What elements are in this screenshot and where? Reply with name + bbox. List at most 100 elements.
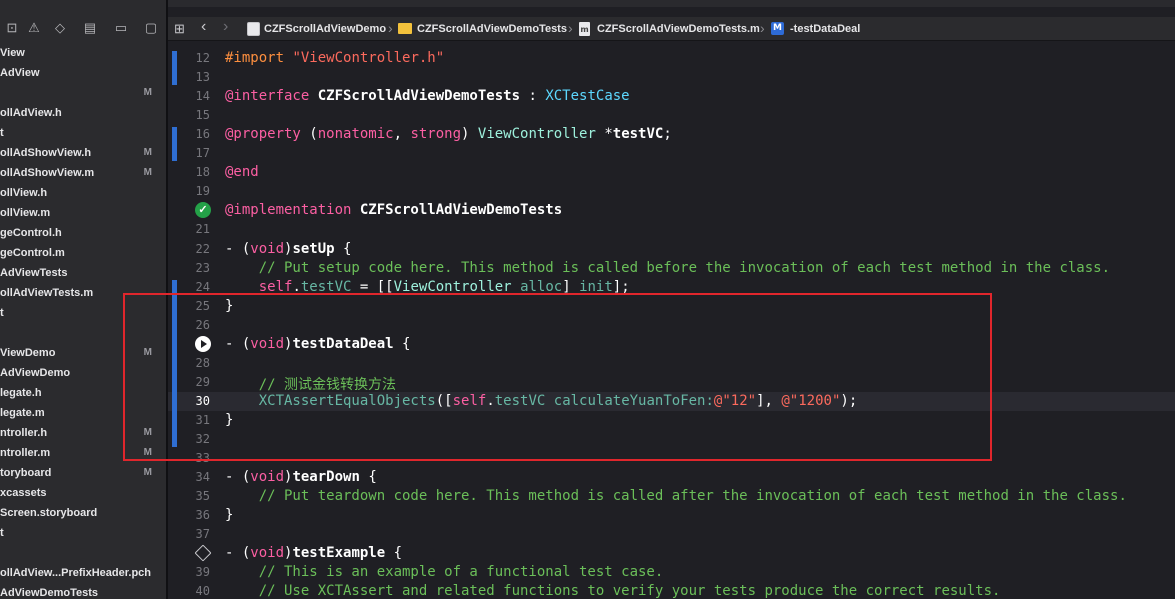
- file-name: geControl.h: [0, 227, 62, 239]
- line-number[interactable]: 34: [180, 470, 210, 484]
- line-number[interactable]: 39: [180, 565, 210, 579]
- line-number[interactable]: 14: [180, 89, 210, 103]
- code-line[interactable]: 22 - (void)setUp {: [168, 240, 1175, 259]
- code-line[interactable]: 15: [168, 106, 1175, 125]
- line-number[interactable]: 23: [180, 261, 210, 275]
- file-row[interactable]: Screen.storyboard: [0, 504, 166, 524]
- line-number[interactable]: 16: [180, 127, 210, 141]
- line-number[interactable]: 18: [180, 165, 210, 179]
- code-token: nonatomic: [317, 126, 394, 143]
- file-row[interactable]: xcassets: [0, 484, 166, 504]
- breadcrumb-project[interactable]: CZFScrollAdViewDemo: [264, 23, 386, 35]
- breakpoint-navigator-icon[interactable]: ▭: [113, 20, 129, 36]
- file-row[interactable]: toryboard M: [0, 464, 166, 484]
- code-line[interactable]: 13: [168, 68, 1175, 87]
- file-name: ollAdShowView.h: [0, 147, 92, 159]
- code-line[interactable]: 34 - (void)tearDown {: [168, 468, 1175, 487]
- code-token: XCTestCase: [545, 88, 630, 105]
- code-line[interactable]: 38- (void)testExample {: [168, 544, 1175, 563]
- file-name: ollAdView.h: [0, 107, 62, 119]
- file-name: ntroller.h: [0, 427, 48, 439]
- file-row[interactable]: AdViewDemoTests: [0, 584, 166, 599]
- code-token: *: [595, 126, 613, 143]
- file-row[interactable]: geControl.h: [0, 224, 166, 244]
- source-change-bar[interactable]: [172, 51, 177, 86]
- source-control-status-badge: M: [143, 167, 152, 178]
- line-number[interactable]: 19: [180, 184, 210, 198]
- code-line[interactable]: 17: [168, 144, 1175, 163]
- line-number[interactable]: 24: [180, 280, 210, 294]
- breadcrumb-folder[interactable]: CZFScrollAdViewDemoTests: [417, 23, 567, 35]
- code-text: #import "ViewController.h": [225, 50, 444, 66]
- line-number[interactable]: 21: [180, 222, 210, 236]
- code-line[interactable]: 19: [168, 182, 1175, 201]
- code-token: void: [250, 240, 285, 257]
- code-text: @implementation CZFScrollAdViewDemoTests: [225, 202, 562, 218]
- file-name: AdViewDemo: [0, 367, 71, 379]
- jump-bar: ⊞ ‹ › CZFScrollAdViewDemo › CZFScrollAdV…: [168, 17, 1175, 41]
- line-number[interactable]: 37: [180, 527, 210, 541]
- file-row[interactable]: t: [0, 524, 166, 544]
- code-line[interactable]: 18 @end: [168, 163, 1175, 182]
- code-text: }: [225, 507, 233, 523]
- line-number[interactable]: 35: [180, 489, 210, 503]
- source-change-bar[interactable]: [172, 127, 177, 162]
- file-row[interactable]: M: [0, 84, 166, 104]
- file-row[interactable]: AdViewTests: [0, 264, 166, 284]
- code-line[interactable]: 16 @property (nonatomic, strong) ViewCont…: [168, 125, 1175, 144]
- line-number[interactable]: 15: [180, 108, 210, 122]
- code-line[interactable]: 39 // This is an example of a functional…: [168, 563, 1175, 582]
- file-row[interactable]: t: [0, 124, 166, 144]
- line-number[interactable]: 36: [180, 508, 210, 522]
- code-token: - (: [225, 469, 251, 486]
- file-row[interactable]: AdView: [0, 64, 166, 84]
- line-number[interactable]: 17: [180, 146, 210, 160]
- source-control-icon[interactable]: ⊡: [4, 20, 20, 36]
- code-text: - (void)testExample {: [225, 545, 402, 561]
- related-items-icon[interactable]: ⊞: [174, 21, 185, 37]
- file-name: ViewDemo: [0, 347, 56, 359]
- line-number[interactable]: 13: [180, 70, 210, 84]
- file-row[interactable]: ollAdView.h: [0, 104, 166, 124]
- test-passed-icon[interactable]: ✓: [195, 202, 211, 219]
- code-line[interactable]: 20✓@implementation CZFScrollAdViewDemoTe…: [168, 201, 1175, 220]
- code-token: "ViewController.h": [292, 50, 445, 66]
- report-navigator-icon[interactable]: ▢: [143, 20, 159, 36]
- test-not-run-icon[interactable]: [194, 544, 212, 562]
- breadcrumb-file[interactable]: CZFScrollAdViewDemoTests.m: [597, 23, 760, 35]
- line-number[interactable]: 22: [180, 242, 210, 256]
- debug-navigator-icon[interactable]: ▤: [82, 20, 98, 36]
- code-token: // This is an example of a functional te…: [225, 564, 664, 581]
- code-line[interactable]: 14 @interface CZFScrollAdViewDemoTests : …: [168, 87, 1175, 106]
- code-line[interactable]: 35 // Put teardown code here. This metho…: [168, 487, 1175, 506]
- file-row[interactable]: geControl.m: [0, 244, 166, 264]
- file-row[interactable]: [0, 544, 166, 564]
- line-number[interactable]: 40: [180, 584, 210, 598]
- code-line[interactable]: 40 // Use XCTAssert and related function…: [168, 582, 1175, 599]
- file-name: ollView.m: [0, 207, 51, 219]
- file-name: xcassets: [0, 487, 47, 499]
- code-text: @property (nonatomic, strong) ViewContro…: [225, 126, 672, 142]
- code-text: // Use XCTAssert and related functions t…: [225, 583, 1001, 599]
- test-navigator-icon[interactable]: ◇: [52, 20, 68, 36]
- code-line[interactable]: 12 #import "ViewController.h": [168, 49, 1175, 68]
- line-number[interactable]: 12: [180, 51, 210, 65]
- code-token: ViewController: [477, 126, 596, 143]
- back-icon[interactable]: ‹: [201, 19, 206, 35]
- file-row[interactable]: ollView.m: [0, 204, 166, 224]
- breadcrumb-method[interactable]: -testDataDeal: [790, 23, 860, 35]
- file-row[interactable]: View: [0, 44, 166, 64]
- code-line[interactable]: 37: [168, 525, 1175, 544]
- code-line[interactable]: 21: [168, 220, 1175, 239]
- forward-icon[interactable]: ›: [223, 19, 228, 35]
- file-name: AdViewDemoTests: [0, 587, 99, 599]
- file-row[interactable]: ollView.h: [0, 184, 166, 204]
- code-token: // Put teardown code here. This method i…: [225, 488, 1127, 505]
- file-row[interactable]: ollAdShowView.h M: [0, 144, 166, 164]
- code-line[interactable]: 23 // Put setup code here. This method i…: [168, 259, 1175, 278]
- file-name: t: [0, 127, 4, 139]
- warning-icon[interactable]: ⚠: [26, 20, 42, 36]
- code-line[interactable]: 36}: [168, 506, 1175, 525]
- file-row[interactable]: ollAdShowView.m M: [0, 164, 166, 184]
- file-row[interactable]: ollAdView...PrefixHeader.pch: [0, 564, 166, 584]
